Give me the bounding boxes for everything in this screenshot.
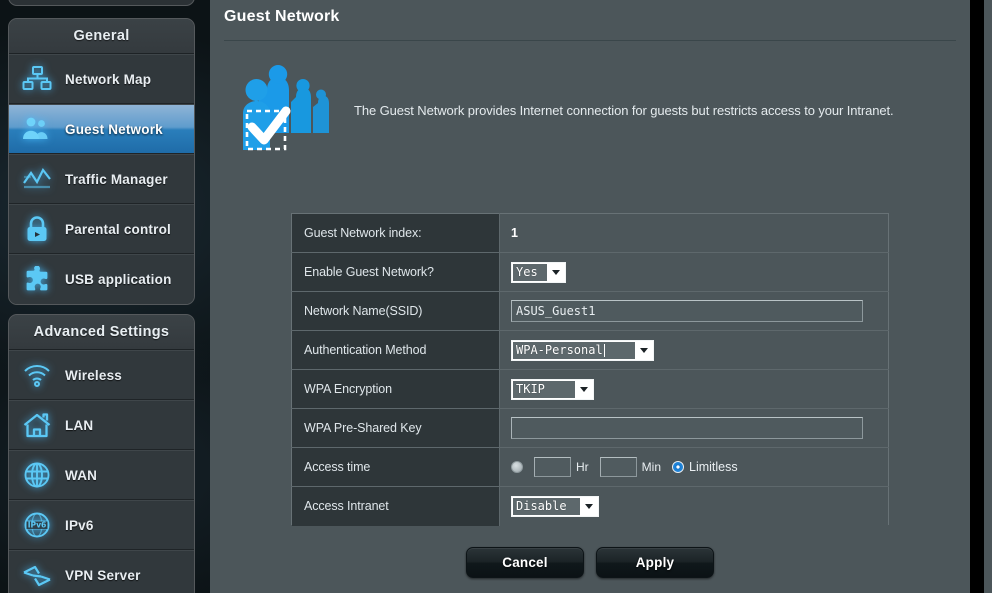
globe-icon	[9, 450, 65, 500]
hours-unit-label: Hr	[576, 460, 589, 474]
table-row-access-time: Access time Hr Min Limitless	[291, 447, 889, 487]
row-label: Guest Network index:	[291, 213, 500, 253]
sidebar-item-traffic-manager[interactable]: Traffic Manager	[9, 154, 194, 204]
table-row-guest-index: Guest Network index: 1	[291, 213, 889, 253]
network-map-icon	[9, 54, 65, 104]
wifi-icon	[9, 350, 65, 400]
guest-network-form: Guest Network index: 1 Enable Guest Netw…	[291, 213, 889, 526]
apply-button[interactable]: Apply	[596, 547, 714, 578]
sidebar-item-guest-network[interactable]: Guest Network	[9, 104, 194, 154]
select-value: Disable	[513, 497, 580, 515]
sidebar-item-lan[interactable]: LAN	[9, 400, 194, 450]
traffic-manager-icon	[9, 154, 65, 204]
right-edge-panel	[984, 0, 992, 593]
row-label: Authentication Method	[291, 330, 500, 370]
select-value: Yes	[513, 263, 547, 281]
table-row-auth-method: Authentication Method WPA-Personal	[291, 330, 889, 370]
page-title: Guest Network	[224, 8, 340, 25]
intro-description: The Guest Network provides Internet conn…	[354, 102, 894, 118]
row-label: Access time	[291, 447, 500, 487]
sidebar-item-network-map[interactable]: Network Map	[9, 54, 194, 104]
sidebar-item-label: Guest Network	[65, 121, 163, 137]
sidebar-item-parental-control[interactable]: Parental control	[9, 204, 194, 254]
sidebar-panel-stub	[8, 0, 195, 6]
lock-icon	[9, 204, 65, 254]
ipv6-globe-icon: IPv6	[9, 500, 65, 550]
sidebar-group-title-general: General	[9, 19, 194, 54]
chevron-down-icon[interactable]	[580, 497, 597, 515]
select-value: WPA-Personal	[513, 341, 635, 359]
table-row-ssid: Network Name(SSID)	[291, 291, 889, 331]
title-divider	[224, 40, 956, 41]
main-content: Guest Network The Guest Network provides	[210, 0, 970, 593]
row-label: WPA Pre-Shared Key	[291, 408, 500, 448]
guest-network-index-value: 1	[511, 226, 518, 240]
row-label: Network Name(SSID)	[291, 291, 500, 331]
sidebar-item-label: Traffic Manager	[65, 171, 168, 187]
access-time-controls: Hr Min Limitless	[511, 457, 888, 477]
enable-guest-network-select[interactable]: Yes	[511, 261, 566, 283]
table-row-wpa-psk: WPA Pre-Shared Key	[291, 408, 889, 448]
sidebar-item-label: WAN	[65, 467, 98, 483]
sidebar-group-title-advanced: Advanced Settings	[9, 315, 194, 350]
access-time-minutes-input[interactable]	[599, 457, 637, 477]
sidebar-item-label: VPN Server	[65, 568, 141, 583]
table-row-enable-guest: Enable Guest Network? Yes	[291, 252, 889, 292]
limitless-label: Limitless	[689, 460, 738, 474]
authentication-method-select[interactable]: WPA-Personal	[511, 339, 654, 361]
wpa-pre-shared-key-input[interactable]	[511, 417, 863, 439]
access-time-limitless-radio[interactable]	[672, 461, 685, 473]
sidebar-item-label: LAN	[65, 417, 94, 433]
svg-text:IPv6: IPv6	[28, 521, 47, 530]
chevron-down-icon[interactable]	[547, 263, 564, 281]
action-buttons: Cancel Apply	[291, 547, 889, 578]
puzzle-icon	[9, 255, 65, 305]
sidebar-item-wan[interactable]: WAN	[9, 450, 194, 500]
sidebar-group-general: General Network Map Guest Network Traffi…	[8, 18, 195, 305]
row-label: WPA Encryption	[291, 369, 500, 409]
wpa-encryption-select[interactable]: TKIP	[511, 378, 594, 400]
cancel-button[interactable]: Cancel	[466, 547, 584, 578]
router-admin-window: General Network Map Guest Network Traffi…	[0, 0, 992, 593]
minutes-unit-label: Min	[641, 460, 662, 474]
sidebar-item-vpn-server[interactable]: VPN Server	[9, 550, 194, 593]
access-time-limitless-option[interactable]: Limitless	[672, 460, 738, 474]
sidebar-item-label: USB application	[65, 272, 172, 287]
table-row-access-intranet: Access Intranet Disable	[291, 486, 889, 526]
sidebar-item-ipv6[interactable]: IPv6 IPv6	[9, 500, 194, 550]
sidebar-item-wireless[interactable]: Wireless	[9, 350, 194, 400]
row-label: Enable Guest Network?	[291, 252, 500, 292]
select-value: TKIP	[513, 380, 575, 398]
ssid-input[interactable]	[511, 300, 863, 322]
sidebar-item-label: Wireless	[65, 367, 123, 383]
access-time-hours-input[interactable]	[534, 457, 571, 477]
sidebar-item-label: IPv6	[65, 517, 94, 533]
sidebar-item-usb-application[interactable]: USB application	[9, 254, 194, 304]
sidebar-group-advanced-settings: Advanced Settings Wireless LAN WAN IPv6 …	[8, 314, 195, 593]
sidebar: General Network Map Guest Network Traffi…	[0, 0, 210, 593]
right-black-strip	[970, 0, 984, 593]
access-time-timed-radio[interactable]	[511, 461, 523, 473]
guest-network-icon	[9, 104, 65, 154]
chevron-down-icon[interactable]	[635, 341, 652, 359]
intro-block: The Guest Network provides Internet conn…	[224, 56, 944, 166]
table-row-wpa-encryption: WPA Encryption TKIP	[291, 369, 889, 409]
access-intranet-select[interactable]: Disable	[511, 495, 599, 517]
sidebar-item-label: Parental control	[65, 221, 171, 237]
row-label: Access Intranet	[291, 486, 500, 526]
sidebar-item-label: Network Map	[65, 71, 152, 87]
chevron-down-icon[interactable]	[575, 380, 592, 398]
vpn-icon	[9, 551, 65, 593]
guests-checkmark-icon	[224, 63, 354, 159]
home-icon	[9, 400, 65, 450]
